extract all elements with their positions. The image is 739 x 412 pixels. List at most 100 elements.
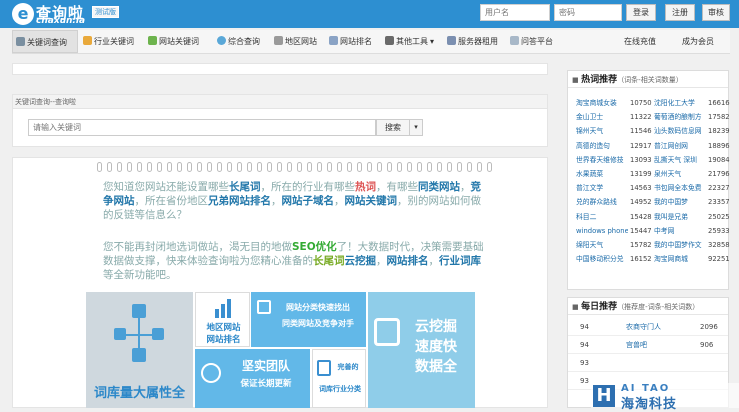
nav-site-ranking[interactable]: 网站排名: [329, 30, 372, 53]
hot-keyword-link[interactable]: 乱撕天气 深圳: [654, 154, 706, 166]
notepad-ring: [477, 162, 482, 172]
tile-cloud-mining[interactable]: 云挖掘 速度快 数据全: [368, 292, 475, 408]
daily-item[interactable]: 94 农商守门人 2096: [568, 319, 728, 336]
hot-keyword-item[interactable]: 水果蔬菜 13199: [576, 168, 652, 180]
hot-keyword-item[interactable]: 兑的群众路线 14952: [576, 196, 652, 208]
hot-keyword-link[interactable]: 兑的群众路线: [576, 196, 628, 208]
hot-keyword-link[interactable]: 中考网: [654, 225, 706, 237]
promo-paragraph-1: 您知道您网站还能设置哪些长尾词，所在的行业有哪些热词，有哪些同类网站，竞争网站，…: [103, 180, 488, 222]
tile-region-ranking[interactable]: 地区网站 网站排名: [195, 292, 250, 347]
hot-keyword-link[interactable]: 普江网创网: [654, 140, 706, 152]
hot-keyword-link[interactable]: 绵阳天气: [576, 239, 628, 251]
hot-keyword-item[interactable]: 绵阳天气 15782: [576, 239, 652, 251]
hot-keyword-link[interactable]: 普江文学: [576, 182, 628, 194]
hot-keyword-item[interactable]: 中国移动积分兑 16152: [576, 253, 652, 265]
username-input[interactable]: [480, 4, 550, 21]
daily-keyword-link[interactable]: 宫兽吧: [626, 337, 647, 354]
hot-keyword-item[interactable]: 泉州天气 21796: [654, 168, 730, 180]
nav-region-sites[interactable]: 地区网站: [274, 30, 317, 53]
tile-team[interactable]: 坚实团队 保证长期更新: [195, 349, 310, 408]
hot-keyword-link[interactable]: 我叫是兄弟: [654, 211, 706, 223]
hot-keyword-link[interactable]: 高德的造句: [576, 140, 628, 152]
tools-icon: [385, 36, 394, 45]
hot-keyword-item[interactable]: 普江文学 14563: [576, 182, 652, 194]
calendar-icon: ■: [572, 303, 579, 311]
notepad-ring: [297, 162, 302, 172]
promo-p2-segment: 行业词库: [439, 255, 481, 267]
password-input[interactable]: [554, 4, 622, 21]
notepad-ring: [187, 162, 192, 172]
hot-keyword-link[interactable]: 沈阳化工大学: [654, 97, 706, 109]
daily-item[interactable]: 94 宫兽吧 906: [568, 337, 728, 354]
notepad-ring: [487, 162, 492, 172]
nav-combined-query[interactable]: 综合查询: [217, 30, 260, 53]
site-logo[interactable]: e 查询啦 chaxun.la 测试版: [12, 2, 122, 26]
hot-keyword-item[interactable]: 乱撕天气 深圳 19084: [654, 154, 730, 166]
hot-keyword-item[interactable]: 我的中国梦作文 32858: [654, 239, 730, 251]
hot-keyword-link[interactable]: 我的中国梦作文: [654, 239, 706, 251]
hot-keyword-link[interactable]: 葡萄酒的酿制方: [654, 111, 706, 123]
hot-keyword-link[interactable]: 书包网全本免费: [654, 182, 706, 194]
daily-item[interactable]: 93: [568, 355, 728, 372]
login-button[interactable]: 登录: [626, 4, 656, 21]
hot-keyword-item[interactable]: 世界春天维修技 13093: [576, 154, 652, 166]
hot-keyword-count: 10750: [630, 99, 652, 107]
hot-keyword-count: 21796: [708, 170, 730, 178]
hot-keyword-item[interactable]: 淘宝商城女装 10750: [576, 97, 652, 109]
audit-button[interactable]: 审核: [702, 4, 730, 21]
nav-become-member[interactable]: 成为会员: [682, 30, 714, 53]
hot-keyword-item[interactable]: 锦州天气 11546: [576, 125, 652, 137]
hot-keyword-item[interactable]: 淘宝网商城 92251: [654, 253, 730, 265]
nav-site-keywords[interactable]: 网站关键词: [148, 30, 199, 53]
hot-keyword-link[interactable]: 锦州天气: [576, 125, 628, 137]
notepad-ring: [317, 162, 322, 172]
hot-keyword-link[interactable]: 科目二: [576, 211, 628, 223]
search-button[interactable]: 搜索: [376, 119, 410, 136]
hot-keyword-item[interactable]: 中考网 25933: [654, 225, 730, 237]
daily-keyword-link[interactable]: 农商守门人: [626, 319, 661, 336]
nav-other-tools[interactable]: 其他工具 ▾: [385, 30, 434, 53]
hot-keyword-item[interactable]: 书包网全本免费 22327: [654, 182, 730, 194]
promo-p1-segment: 您知道: [103, 181, 135, 193]
nav-keyword-query[interactable]: 关键词查询: [12, 30, 78, 53]
nav-recharge[interactable]: 在线充值: [624, 30, 656, 53]
fire-icon: ■: [572, 76, 579, 84]
hot-keyword-link[interactable]: 我的中国梦: [654, 196, 706, 208]
keyword-search-input[interactable]: [28, 119, 376, 136]
hot-keyword-link[interactable]: 汕头数码信息网: [654, 125, 706, 137]
tile-industry-lexicon[interactable]: 完善的 词库行业分类: [312, 349, 366, 408]
hot-keyword-link[interactable]: 金山卫士: [576, 111, 628, 123]
notepad-ring: [407, 162, 412, 172]
hot-keyword-link[interactable]: 淘宝网商城: [654, 253, 706, 265]
hot-keyword-link[interactable]: 淘宝商城女装: [576, 97, 628, 109]
nav-industry-keywords[interactable]: 行业关键词: [83, 30, 134, 53]
hot-keyword-item[interactable]: 普江网创网 18896: [654, 140, 730, 152]
nav-qa-platform[interactable]: 问答平台: [510, 30, 553, 53]
hot-keyword-count: 13199: [630, 170, 652, 178]
tile-site-category[interactable]: 网站分类快速找出 同类网站及竞争对手: [251, 292, 366, 347]
hot-keyword-item[interactable]: 金山卫士 11322: [576, 111, 652, 123]
nav-server-rental[interactable]: 服务器租用: [447, 30, 498, 53]
hot-keyword-item[interactable]: 我叫是兄弟 25025: [654, 211, 730, 223]
hot-keyword-item[interactable]: 葡萄酒的酿制方 17582: [654, 111, 730, 123]
hot-keyword-item[interactable]: windows phone 15447: [576, 225, 652, 237]
register-button[interactable]: 注册: [665, 4, 695, 21]
hot-keyword-item[interactable]: 我的中国梦 23357: [654, 196, 730, 208]
hot-keyword-link[interactable]: windows phone: [576, 225, 628, 237]
hot-keyword-item[interactable]: 汕头数码信息网 18239: [654, 125, 730, 137]
hot-keyword-link[interactable]: 水果蔬菜: [576, 168, 628, 180]
notepad-ring: [387, 162, 392, 172]
search-dropdown-button[interactable]: ▾: [409, 119, 423, 136]
tile-lexicon[interactable]: 词库量大属性全: [86, 292, 193, 408]
notepad-ring: [347, 162, 352, 172]
hot-keyword-item[interactable]: 高德的造句 12917: [576, 140, 652, 152]
notepad-ring: [257, 162, 262, 172]
hot-keyword-link[interactable]: 中国移动积分兑: [576, 253, 628, 265]
hot-keyword-item[interactable]: 科目二 15428: [576, 211, 652, 223]
hot-keyword-item[interactable]: 沈阳化工大学 16616: [654, 97, 730, 109]
notepad-ring: [457, 162, 462, 172]
hot-keyword-link[interactable]: 泉州天气: [654, 168, 706, 180]
search-panel-title: 关键词查询--查询啦: [13, 95, 547, 109]
notepad-ring: [117, 162, 122, 172]
hot-keyword-link[interactable]: 世界春天维修技: [576, 154, 628, 166]
